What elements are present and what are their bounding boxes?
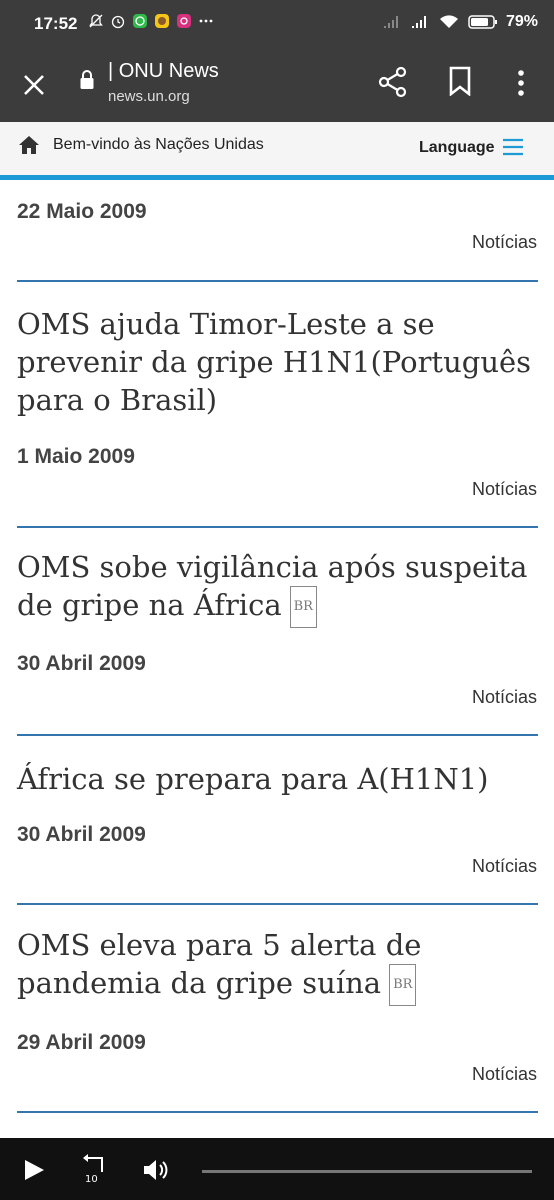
news-category[interactable]: Notícias (472, 1064, 537, 1085)
news-date: 30 Abril 2009 (17, 823, 146, 846)
news-category[interactable]: Notícias (472, 856, 537, 877)
language-button[interactable]: Language (419, 139, 495, 157)
whatsapp-icon (133, 14, 147, 28)
news-title[interactable]: África se prepara para A(H1N1) (17, 760, 537, 798)
news-title-wrap: OMS sobe vigilância após suspeita de gri… (17, 548, 537, 628)
home-icon[interactable] (18, 134, 40, 156)
news-item[interactable]: OMS sobe vigilância após suspeita de gri… (0, 548, 554, 628)
app-face-icon (155, 14, 169, 28)
status-bar: 17:52 79% (0, 0, 554, 50)
news-title[interactable]: OMS sobe vigilância após suspeita de gri… (17, 550, 527, 622)
separator (17, 734, 538, 736)
page-title: | ONU News (108, 60, 219, 82)
battery-icon (468, 15, 497, 29)
separator (17, 526, 538, 528)
news-category[interactable]: Notícias (472, 687, 537, 708)
signal-icon-2 (411, 16, 426, 28)
lock-icon (80, 70, 94, 89)
volume-icon[interactable] (142, 1158, 170, 1182)
page-url: news.un.org (108, 88, 190, 105)
battery-percent: 79% (505, 13, 538, 30)
replay-seconds: 10 (85, 1174, 98, 1184)
br-badge: BR (389, 964, 417, 1006)
browser-toolbar: | ONU News news.un.org (0, 50, 554, 122)
separator (17, 903, 538, 905)
news-item[interactable]: OMS eleva para 5 alerta de pandemia da g… (0, 926, 554, 1006)
more-vert-icon[interactable] (516, 68, 526, 98)
more-notifications-icon (199, 19, 213, 23)
welcome-link[interactable]: Bem-vindo às Nações Unidas (53, 136, 264, 154)
instagram-icon (177, 14, 191, 28)
news-item[interactable]: OMS ajuda Timor-Leste a se prevenir da g… (0, 305, 554, 419)
br-badge: BR (289, 586, 317, 628)
news-date: 1 Maio 2009 (17, 445, 135, 468)
bookmark-icon[interactable] (448, 66, 472, 96)
media-player: 10 (0, 1138, 554, 1200)
news-category[interactable]: Notícias (472, 479, 537, 500)
menu-icon[interactable] (502, 138, 524, 156)
wifi-icon (439, 15, 458, 28)
status-time: 17:52 (34, 14, 78, 33)
news-title[interactable]: OMS eleva para 5 alerta de pandemia da g… (17, 928, 421, 1000)
notification-icons (88, 13, 214, 29)
share-icon[interactable] (378, 66, 408, 98)
news-date: 22 Maio 2009 (17, 200, 147, 223)
news-category[interactable]: Notícias (472, 232, 537, 253)
signal-icon-1 (383, 16, 398, 28)
site-header: Bem-vindo às Nações Unidas Language (0, 122, 554, 180)
news-date: 30 Abril 2009 (17, 652, 146, 675)
replay-10-icon[interactable]: 10 (80, 1154, 110, 1184)
news-title[interactable]: OMS ajuda Timor-Leste a se prevenir da g… (17, 305, 537, 419)
system-status: 79% (382, 13, 538, 31)
play-icon[interactable] (22, 1158, 46, 1182)
separator (17, 1111, 538, 1113)
close-icon[interactable] (20, 71, 48, 99)
separator (17, 280, 538, 282)
progress-track[interactable] (202, 1170, 532, 1173)
alarm-icon (111, 15, 125, 29)
news-date: 29 Abril 2009 (17, 1031, 146, 1054)
news-title-wrap: OMS eleva para 5 alerta de pandemia da g… (17, 926, 537, 1006)
notifications-off-icon (89, 14, 103, 28)
news-item[interactable]: África se prepara para A(H1N1) (0, 760, 554, 798)
